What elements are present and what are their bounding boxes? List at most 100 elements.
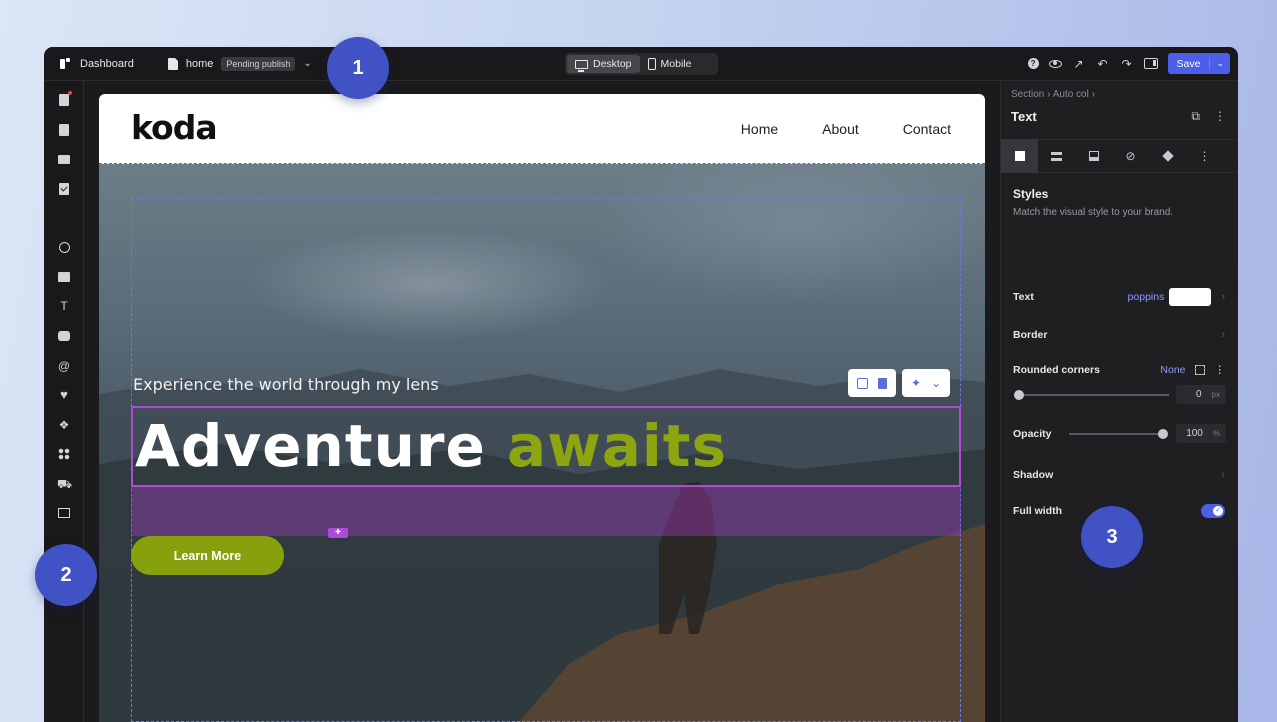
panel-title: Text [1011, 109, 1037, 124]
slides-icon[interactable] [57, 506, 71, 520]
view-switcher: Desktop Mobile [565, 53, 718, 75]
link-icon: ⊘ [1125, 149, 1136, 163]
chevron-down-icon: ⌄ [931, 376, 942, 390]
save-label: Save [1176, 57, 1201, 70]
image-icon[interactable] [57, 270, 71, 284]
sparkle-icon: ✦ [911, 376, 922, 390]
nav-home[interactable]: Home [741, 121, 778, 137]
mobile-view-button[interactable]: Mobile [640, 55, 700, 73]
chevron-down-icon[interactable]: ⌄ [303, 58, 311, 69]
cart-icon[interactable]: ⛟ [57, 477, 72, 491]
more-icon[interactable]: ⋮ [1215, 364, 1226, 376]
dashboard-link[interactable]: Dashboard [80, 58, 134, 70]
hero-eyebrow-text[interactable]: Experience the world through my lens [133, 375, 439, 394]
components-icon[interactable]: ❖ [57, 418, 71, 432]
rounded-value-input[interactable]: 0 px [1176, 385, 1226, 404]
nav-contact[interactable]: Contact [903, 121, 951, 137]
element-actions [848, 369, 896, 397]
element-toolbar: ✦ ⌄ [848, 369, 951, 397]
full-width-toggle[interactable] [1201, 504, 1225, 518]
panel-title-actions: ⧉ ⋮ [1191, 109, 1226, 124]
left-sidebar: T @ ♥ ❖ ⛟ [44, 81, 84, 722]
padding-overlay [131, 487, 961, 536]
rounded-mode[interactable]: None [1160, 364, 1185, 376]
selected-text-element[interactable]: Adventure awaits [131, 406, 961, 487]
site-logo[interactable]: koda [131, 108, 218, 147]
chevron-right-icon: › [1221, 469, 1225, 481]
expand-corners-icon[interactable] [1194, 365, 1205, 375]
save-options-chevron-icon[interactable]: ⌄ [1209, 58, 1230, 69]
opacity-slider-track[interactable] [1069, 433, 1161, 435]
tab-layout[interactable] [1038, 139, 1075, 173]
trash-icon[interactable] [878, 377, 887, 389]
opacity-value-input[interactable]: 100 % [1176, 424, 1226, 443]
opacity-value: 100 [1186, 428, 1203, 439]
learn-more-button[interactable]: Learn More [131, 536, 284, 575]
styles-heading: Styles [1013, 187, 1049, 201]
opacity-slider-knob[interactable] [1158, 429, 1168, 439]
rounded-corners-row: Rounded corners None ⋮ [1013, 361, 1225, 379]
page-name[interactable]: home [186, 58, 214, 70]
help-icon[interactable]: ? [1027, 58, 1039, 69]
toggle-panel-icon[interactable] [1143, 58, 1158, 69]
mobile-icon [647, 58, 656, 70]
desktop-label: Desktop [593, 58, 632, 70]
text-style-row[interactable]: Text poppins › [1013, 288, 1225, 306]
shapes-icon[interactable] [57, 240, 71, 254]
padding-handle-icon[interactable]: ✚ [328, 528, 348, 538]
opacity-unit: % [1212, 429, 1220, 438]
page-icon [167, 57, 178, 70]
topbar-right: ? ↗ ↶ ↷ Save ⌄ [1027, 53, 1230, 74]
tab-style[interactable] [1001, 139, 1038, 173]
tab-position[interactable] [1075, 139, 1112, 173]
nav-about[interactable]: About [822, 121, 859, 137]
rounded-slider-track[interactable] [1019, 394, 1169, 396]
duplicate-icon[interactable]: ⧉ [1191, 109, 1200, 124]
ai-menu[interactable]: ✦ ⌄ [902, 369, 951, 397]
form-icon[interactable] [57, 182, 71, 196]
tab-more[interactable]: ⋮ [1186, 139, 1223, 173]
chat-icon[interactable] [57, 329, 71, 343]
font-name[interactable]: poppins [1128, 291, 1165, 303]
headline-main: Adventure [135, 412, 486, 480]
app-logo-icon[interactable] [58, 57, 72, 71]
desktop-view-button[interactable]: Desktop [567, 55, 640, 73]
save-button[interactable]: Save ⌄ [1167, 53, 1230, 74]
opacity-label-row: Opacity [1013, 425, 1073, 443]
more-icon: ⋮ [1198, 149, 1211, 163]
preview-eye-icon[interactable] [1048, 59, 1062, 68]
rounded-corners-label: Rounded corners [1013, 364, 1100, 376]
border-label: Border [1013, 329, 1048, 341]
callout-1: 1 [327, 37, 389, 99]
pages-icon[interactable] [57, 91, 72, 107]
hero-headline[interactable]: Adventure awaits [135, 412, 727, 480]
text-color-swatch[interactable] [1169, 288, 1212, 306]
panel-tabs: ⊘ ⋮ [1001, 139, 1238, 173]
topbar-left: Dashboard home Pending publish ⌄ [44, 56, 312, 71]
more-icon[interactable]: ⋮ [1214, 109, 1226, 124]
headline-accent: awaits [507, 412, 728, 480]
site-header[interactable]: koda Home About Contact [99, 94, 985, 164]
chevron-right-icon: › [1221, 329, 1225, 341]
undo-icon[interactable]: ↶ [1096, 57, 1110, 71]
hero-section[interactable]: Experience the world through my lens ✦ ⌄… [99, 164, 985, 722]
border-row[interactable]: Border › [1013, 326, 1225, 344]
heart-icon[interactable]: ♥ [57, 388, 71, 402]
text-icon[interactable]: T [57, 299, 71, 313]
rounded-value: 0 [1195, 389, 1202, 400]
at-icon[interactable]: @ [57, 359, 71, 373]
redo-icon[interactable]: ↷ [1120, 57, 1134, 71]
open-external-icon[interactable]: ↗ [1072, 57, 1086, 71]
tab-link[interactable]: ⊘ [1112, 139, 1149, 173]
shadow-row[interactable]: Shadow › [1013, 466, 1225, 484]
duplicate-icon[interactable] [857, 377, 868, 389]
apps-icon[interactable] [57, 447, 71, 461]
card-icon[interactable] [57, 152, 71, 166]
rounded-slider-knob[interactable] [1014, 390, 1024, 400]
status-badge: Pending publish [221, 56, 296, 71]
paint-icon [1014, 151, 1025, 161]
app-window: Dashboard home Pending publish ⌄ Desktop… [44, 47, 1238, 722]
tab-effects[interactable] [1149, 139, 1186, 173]
page-icon[interactable] [57, 123, 71, 137]
breadcrumb[interactable]: Section › Auto col › [1011, 89, 1095, 100]
